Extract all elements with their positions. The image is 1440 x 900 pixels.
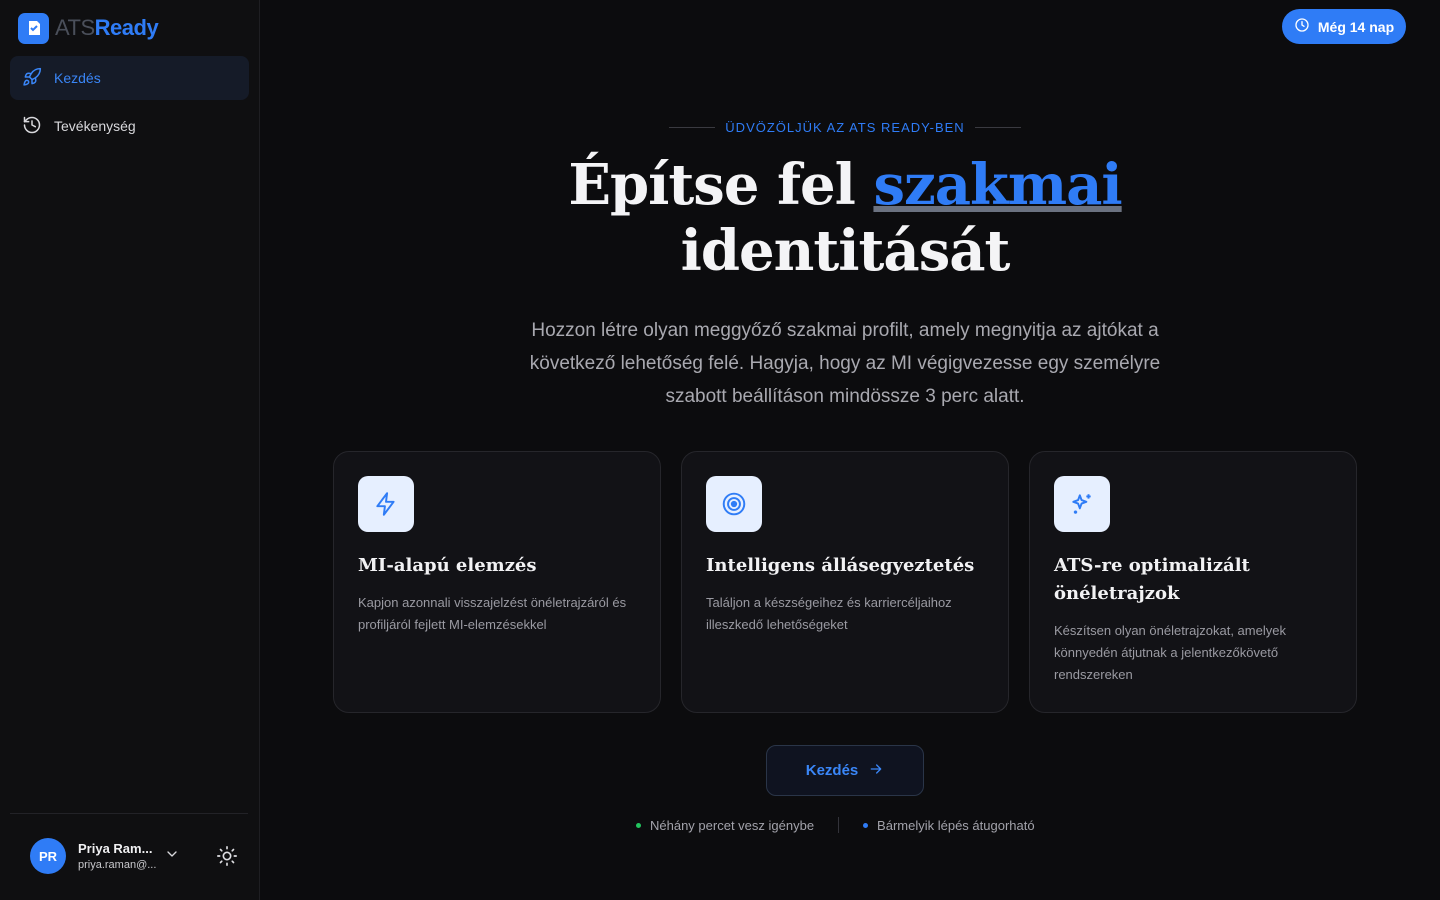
- eyebrow-line-left: [669, 126, 716, 128]
- info-notes: Néhány percet vesz igénybe Bármelyik lép…: [636, 815, 1035, 835]
- green-dot-icon: [636, 822, 641, 828]
- title-part1: Építse fel: [568, 152, 874, 218]
- sidebar-divider: [10, 813, 248, 814]
- brand-name-part2: Ready: [94, 15, 159, 40]
- sidebar-item-label: Tevékenység: [54, 118, 136, 134]
- card-title: Intelligens állásegyeztetés: [706, 555, 975, 576]
- clock-icon: [1294, 17, 1310, 36]
- blue-dot-icon: [863, 822, 869, 828]
- user-email: priya.raman@...: [78, 859, 157, 871]
- note-separator: [838, 817, 840, 833]
- user-menu[interactable]: PR Priya Ram... priya.raman@...: [30, 838, 156, 874]
- eyebrow: ÜDVÖZÖLJÜK AZ ATS READY-BEN: [668, 118, 1022, 136]
- history-icon: [22, 115, 42, 138]
- user-name: Priya Ram...: [78, 841, 153, 856]
- note-text: Néhány percet vesz igénybe: [650, 817, 815, 833]
- card-title: MI-alapú elemzés: [358, 555, 537, 576]
- card-description: Készítsen olyan önéletrajzokat, amelyek …: [1054, 623, 1286, 682]
- sun-icon[interactable]: [216, 845, 238, 867]
- title-accent: szakmai: [873, 152, 1122, 218]
- page-title: Építse fel szakmai identitását: [440, 152, 1250, 284]
- sidebar-item-label: Kezdés: [54, 70, 101, 86]
- arrow-right-icon: [868, 761, 884, 781]
- note-skippable: Bármelyik lépés átugorható: [863, 818, 1035, 833]
- rocket-icon: [22, 67, 42, 90]
- start-button-label: Kezdés: [805, 762, 859, 779]
- logo-icon: [18, 12, 49, 44]
- brand-logo[interactable]: ATSReady: [18, 12, 159, 44]
- brand-name-part1: ATS: [55, 15, 95, 40]
- target-icon: [706, 476, 762, 532]
- note-duration: Néhány percet vesz igénybe: [636, 818, 814, 833]
- trial-label: Még 14 nap: [1317, 18, 1395, 35]
- eyebrow-line-right: [974, 126, 1021, 128]
- chevron-down-icon[interactable]: [164, 846, 180, 862]
- card-description: Találjon a készségeihez és karriercéljai…: [706, 595, 952, 632]
- lightning-icon: [358, 476, 414, 532]
- note-text: Bármelyik lépés átugorható: [877, 817, 1035, 833]
- sidebar-item-tevekenyseg[interactable]: Tevékenység: [10, 104, 249, 148]
- page-subtitle: Hozzon létre olyan meggyőző szakmai prof…: [529, 320, 1161, 407]
- start-button[interactable]: Kezdés: [766, 745, 924, 796]
- sparkles-icon: [1054, 476, 1110, 532]
- sidebar: ATSReady Kezdés Tevékenység PR Priya Ram…: [0, 0, 260, 900]
- feature-card-ats-resumes: ATS-re optimalizált önéletrajzok Készíts…: [1029, 451, 1357, 713]
- brand-name: ATSReady: [55, 15, 159, 41]
- card-title: ATS-re optimalizált önéletrajzok: [1054, 555, 1250, 604]
- title-part2: identitását: [680, 218, 1011, 284]
- eyebrow-text: ÜDVÖZÖLJÜK AZ ATS READY-BEN: [725, 119, 965, 135]
- feature-card-job-matching: Intelligens állásegyeztetés Találjon a k…: [681, 451, 1009, 713]
- sidebar-item-kezdes[interactable]: Kezdés: [10, 56, 249, 100]
- avatar: PR: [30, 838, 66, 874]
- feature-card-ai-analysis: MI-alapú elemzés Kapjon azonnali visszaj…: [333, 451, 661, 713]
- card-description: Kapjon azonnali visszajelzést önéletrajz…: [358, 595, 627, 632]
- trial-days-button[interactable]: Még 14 nap: [1282, 9, 1406, 44]
